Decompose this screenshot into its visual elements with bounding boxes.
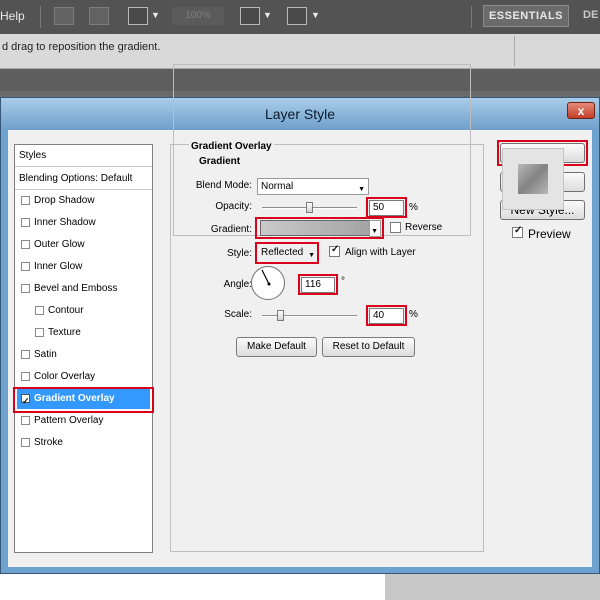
workspace-essentials-button[interactable]: ESSENTIALS <box>483 5 569 27</box>
zoom-level-field[interactable]: 100% <box>172 7 224 25</box>
highlight-scale <box>366 305 407 326</box>
style-item-color-overlay[interactable]: Color Overlay <box>17 367 150 387</box>
preview-checkbox[interactable] <box>512 225 523 238</box>
preview-swatch <box>518 164 548 194</box>
style-item-label: Inner Shadow <box>34 217 96 228</box>
align-with-layer-checkbox[interactable] <box>329 244 340 257</box>
highlight-gradient-overlay <box>13 387 154 413</box>
chevron-down-icon[interactable]: ▼ <box>311 10 320 20</box>
style-item-outer-glow[interactable]: Outer Glow <box>17 235 150 255</box>
highlight-angle <box>298 274 338 295</box>
style-item-label: Bevel and Emboss <box>34 283 118 294</box>
scale-slider-handle[interactable] <box>277 310 284 321</box>
toolbar-separator <box>40 6 41 28</box>
arrange-documents-icon[interactable] <box>240 7 260 25</box>
style-item-stroke[interactable]: Stroke <box>17 433 150 453</box>
screen-mode-icon[interactable] <box>287 7 307 25</box>
checkbox-icon[interactable] <box>21 218 30 227</box>
checkbox-icon[interactable] <box>21 262 30 271</box>
highlight-opacity <box>366 197 407 218</box>
blend-mode-value: Normal <box>261 181 294 192</box>
chevron-down-icon[interactable]: ▼ <box>151 10 160 20</box>
style-item-label: Color Overlay <box>34 371 96 382</box>
style-item-contour[interactable]: Contour <box>17 301 150 321</box>
angle-dial[interactable] <box>251 266 285 300</box>
toolbar-separator <box>471 6 472 28</box>
style-label: Style: <box>226 248 252 259</box>
style-item-satin[interactable]: Satin <box>17 345 150 365</box>
style-item-label: Stroke <box>34 437 63 448</box>
options-separator <box>514 36 515 66</box>
checkbox-icon[interactable] <box>35 328 44 337</box>
highlight-gradient <box>255 217 384 239</box>
launch-bridge-icon[interactable] <box>54 7 74 25</box>
style-item-texture[interactable]: Texture <box>17 323 150 343</box>
opacity-slider-handle[interactable] <box>306 202 313 213</box>
checkbox-icon[interactable] <box>21 240 30 249</box>
reverse-label: Reverse <box>405 222 443 233</box>
group-title: Gradient <box>197 156 243 167</box>
opacity-label: Opacity: <box>215 201 252 212</box>
blending-options-item[interactable]: Blending Options: Default <box>15 167 152 190</box>
view-extras-icon[interactable] <box>128 7 148 25</box>
mini-bridge-icon[interactable] <box>89 7 109 25</box>
style-item-label: Outer Glow <box>34 239 85 250</box>
angle-indicator-icon <box>261 269 271 286</box>
status-hint: d drag to reposition the gradient. <box>2 41 161 53</box>
style-item-inner-shadow[interactable]: Inner Shadow <box>17 213 150 233</box>
scale-label: Scale: <box>224 309 252 320</box>
highlight-style <box>255 242 319 264</box>
opacity-unit: % <box>409 202 418 213</box>
preview-label: Preview <box>528 227 571 241</box>
style-item-bevel-emboss[interactable]: Bevel and Emboss <box>17 279 150 299</box>
blend-mode-label: Blend Mode: <box>195 180 252 191</box>
blend-mode-select[interactable]: Normal ▼ <box>257 178 369 195</box>
checkbox-icon[interactable] <box>21 196 30 205</box>
style-item-label: Drop Shadow <box>34 195 95 206</box>
checkbox-icon[interactable] <box>21 372 30 381</box>
menu-help[interactable]: Help <box>0 9 25 23</box>
style-item-label: Satin <box>34 349 57 360</box>
scale-unit: % <box>409 309 418 320</box>
reset-to-default-button[interactable]: Reset to Default <box>322 337 415 357</box>
workspace-design-button[interactable]: DE <box>583 9 598 21</box>
style-item-label: Inner Glow <box>34 261 83 272</box>
make-default-button[interactable]: Make Default <box>236 337 317 357</box>
chevron-down-icon: ▼ <box>358 186 365 193</box>
checkbox-icon[interactable] <box>21 284 30 293</box>
close-button[interactable]: x <box>567 102 595 119</box>
chevron-down-icon[interactable]: ▼ <box>263 10 272 20</box>
preview-thumbnail <box>502 148 564 210</box>
style-item-label: Pattern Overlay <box>34 415 104 426</box>
style-item-pattern-overlay[interactable]: Pattern Overlay <box>17 411 150 431</box>
style-item-label: Texture <box>48 327 81 338</box>
style-item-drop-shadow[interactable]: Drop Shadow <box>17 191 150 211</box>
angle-label: Angle: <box>223 279 252 290</box>
styles-header[interactable]: Styles <box>15 145 152 167</box>
checkbox-icon[interactable] <box>21 350 30 359</box>
styles-list: Styles Blending Options: Default Drop Sh… <box>14 144 153 553</box>
reverse-checkbox[interactable] <box>390 222 401 233</box>
menu-bar: Help ▼ 100% ▼ ▼ ESSENTIALS DE <box>0 0 600 34</box>
align-with-layer-label: Align with Layer <box>345 247 416 258</box>
angle-unit: ° <box>341 276 345 287</box>
checkbox-icon[interactable] <box>21 416 30 425</box>
gradient-label: Gradient: <box>210 224 252 235</box>
style-item-label: Contour <box>48 305 84 316</box>
checkbox-icon[interactable] <box>21 438 30 447</box>
style-item-inner-glow[interactable]: Inner Glow <box>17 257 150 277</box>
checkbox-icon[interactable] <box>35 306 44 315</box>
